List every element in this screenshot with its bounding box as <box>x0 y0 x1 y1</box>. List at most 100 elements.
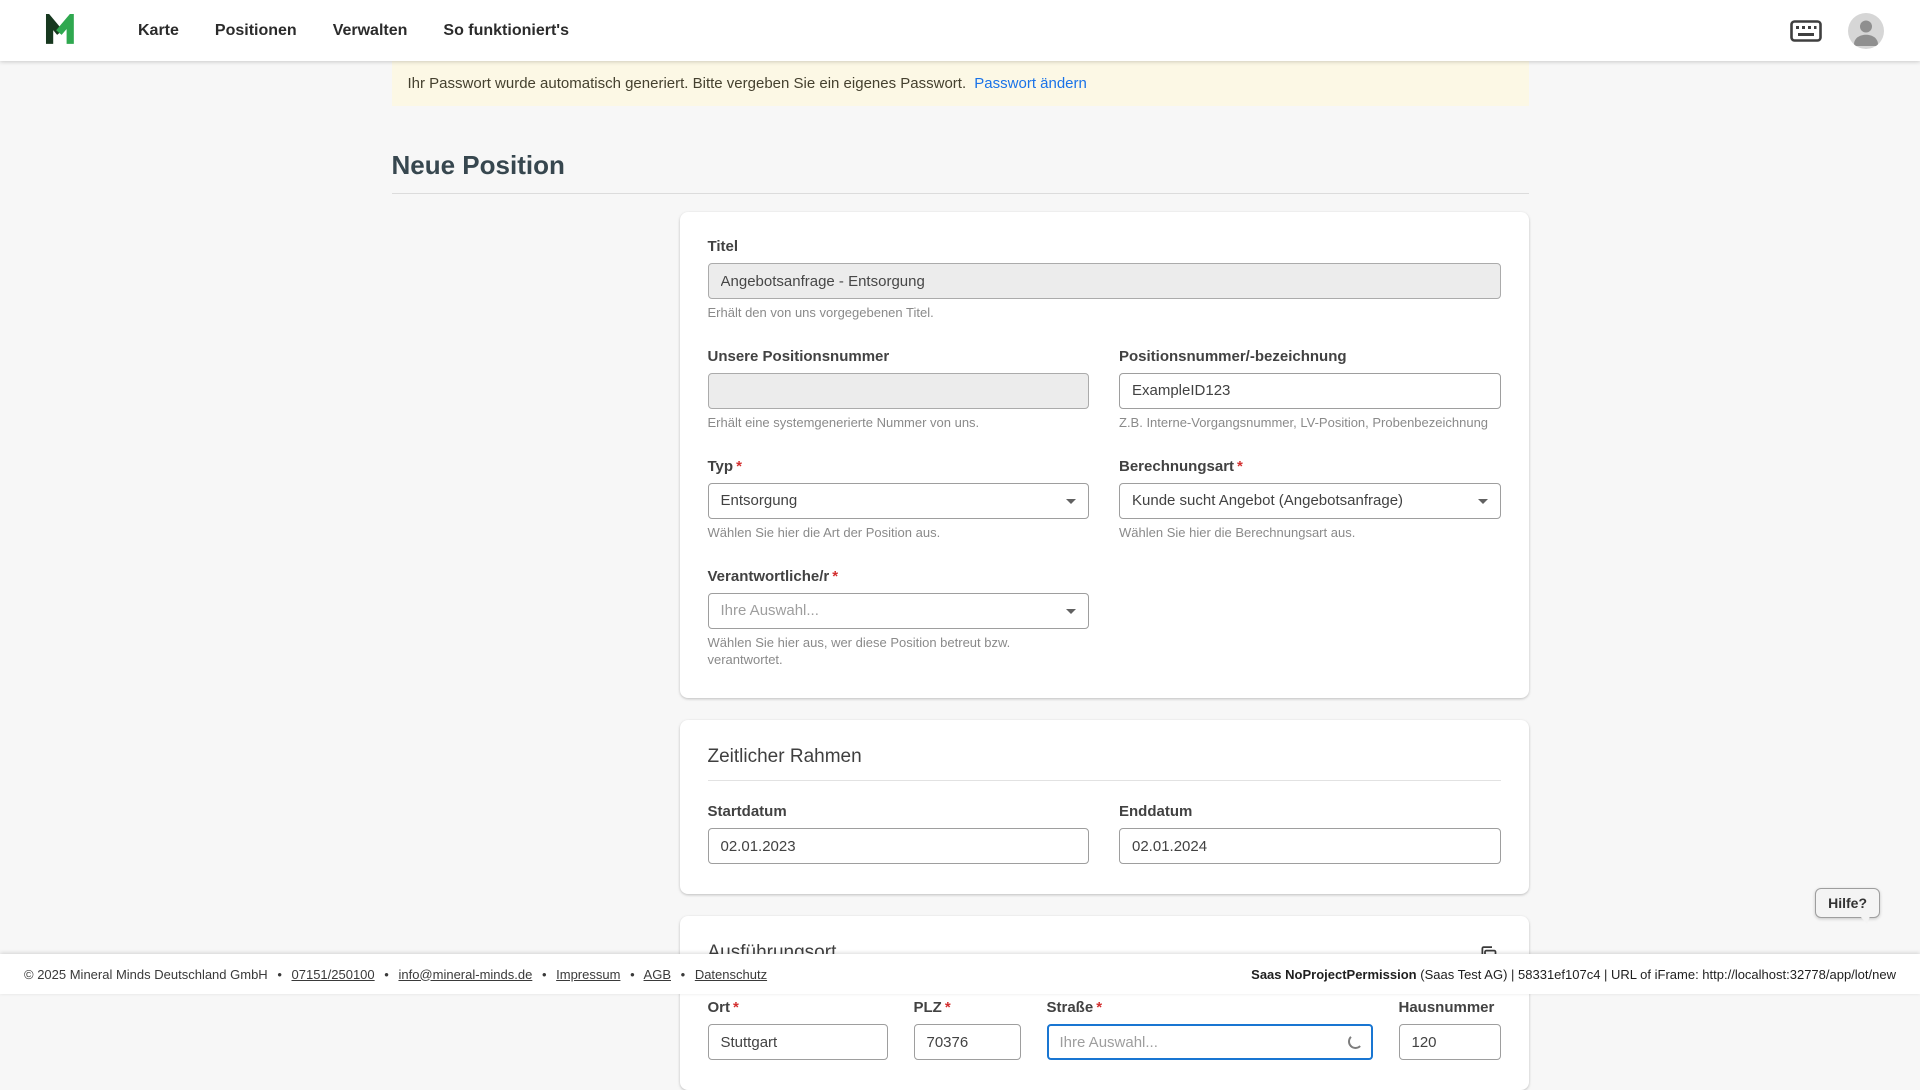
typ-label: Typ* <box>708 458 1090 475</box>
avatar[interactable] <box>1848 13 1884 49</box>
nav-item-so-funktionierts[interactable]: So funktioniert's <box>443 22 569 40</box>
nav-item-positionen[interactable]: Positionen <box>215 22 297 40</box>
footer-permission-label: Saas NoProjectPermission <box>1251 967 1416 982</box>
footer-link-email[interactable]: info@mineral-minds.de <box>398 967 532 982</box>
card-general: Titel Erhält den von uns vorgegebenen Ti… <box>680 212 1529 698</box>
plz-label-text: PLZ <box>914 999 942 1016</box>
startdatum-label: Startdatum <box>708 803 1090 820</box>
plz-label: PLZ* <box>914 999 1021 1016</box>
card-divider <box>708 780 1501 781</box>
footer-link-impressum[interactable]: Impressum <box>556 967 620 982</box>
unsere-positionsnummer-helper: Erhält eine systemgenerierte Nummer von … <box>708 415 1090 432</box>
footer-link-datenschutz[interactable]: Datenschutz <box>695 967 767 982</box>
verantwortliche-label-text: Verantwortliche/r <box>708 568 830 585</box>
verantwortliche-field: Verantwortliche/r* Ihre Auswahl... Wähle… <box>708 568 1090 669</box>
strasse-input[interactable] <box>1047 1024 1373 1060</box>
footer-environment-details: (Saas Test AG) | 58331ef107c4 | URL of i… <box>1417 967 1896 982</box>
keyboard-icon[interactable] <box>1790 20 1822 42</box>
positionsnummer-helper: Z.B. Interne-Vorgangsnummer, LV-Position… <box>1119 415 1501 432</box>
logo-m-icon <box>44 14 82 47</box>
navbar-right <box>1790 13 1884 49</box>
berechnungsart-select[interactable]: Kunde sucht Angebot (Angebotsanfrage) <box>1119 483 1501 519</box>
main-content: Ihr Passwort wurde automatisch generiert… <box>0 0 1920 1090</box>
strasse-field: Straße* <box>1047 999 1373 1060</box>
loading-spinner <box>1348 1034 1363 1049</box>
typ-select[interactable]: Entsorgung <box>708 483 1090 519</box>
berechnungsart-helper: Wählen Sie hier die Berechnungsart aus. <box>1119 525 1501 542</box>
titel-helper: Erhält den von uns vorgegebenen Titel. <box>708 305 1501 322</box>
footer-link-agb[interactable]: AGB <box>644 967 671 982</box>
brand-logo[interactable] <box>44 14 82 47</box>
notification-text: Ihr Passwort wurde automatisch generiert… <box>408 75 967 92</box>
positionsnummer-field: Positionsnummer/-bezeichnung Z.B. Intern… <box>1119 348 1501 432</box>
unsere-positionsnummer-input <box>708 373 1090 409</box>
password-notification: Ihr Passwort wurde automatisch generiert… <box>392 61 1529 106</box>
titel-label-text: Titel <box>708 238 739 255</box>
separator: • <box>277 967 282 982</box>
footer-link-phone[interactable]: 07151/250100 <box>292 967 375 982</box>
required-asterisk: * <box>832 568 838 585</box>
enddatum-label: Enddatum <box>1119 803 1501 820</box>
berechnungsart-field: Berechnungsart* Kunde sucht Angebot (Ang… <box>1119 458 1501 542</box>
strasse-label-text: Straße <box>1047 999 1094 1016</box>
hausnummer-field: Hausnummer <box>1399 999 1501 1060</box>
titel-label: Titel <box>708 238 1501 255</box>
footer: © 2025 Mineral Minds Deutschland GmbH • … <box>0 954 1920 994</box>
help-button[interactable]: Hilfe? <box>1815 888 1880 918</box>
ort-input[interactable] <box>708 1024 888 1060</box>
ort-label: Ort* <box>708 999 888 1016</box>
chevron-down-icon <box>1066 499 1076 504</box>
card-zeitlicher-rahmen: Zeitlicher Rahmen Startdatum Enddatum <box>680 720 1529 894</box>
user-icon <box>1848 13 1884 49</box>
plz-input[interactable] <box>914 1024 1021 1060</box>
chevron-down-icon <box>1066 609 1076 614</box>
required-asterisk: * <box>733 999 739 1016</box>
chevron-down-icon <box>1478 499 1488 504</box>
titel-field: Titel Erhält den von uns vorgegebenen Ti… <box>708 238 1501 322</box>
startdatum-field: Startdatum <box>708 803 1090 864</box>
password-change-link[interactable]: Passwort ändern <box>974 75 1087 92</box>
plz-field: PLZ* <box>914 999 1021 1060</box>
ort-field: Ort* <box>708 999 888 1060</box>
required-asterisk: * <box>945 999 951 1016</box>
title-divider <box>392 193 1529 194</box>
footer-environment-info: Saas NoProjectPermission (Saas Test AG) … <box>1251 967 1896 982</box>
nav-item-verwalten[interactable]: Verwalten <box>333 22 408 40</box>
unsere-positionsnummer-label-text: Unsere Positionsnummer <box>708 348 890 365</box>
verantwortliche-helper: Wählen Sie hier aus, wer diese Position … <box>708 635 1090 669</box>
startdatum-input[interactable] <box>708 828 1090 864</box>
typ-select-value: Entsorgung <box>721 492 798 509</box>
nav-item-karte[interactable]: Karte <box>138 22 179 40</box>
berechnungsart-select-value: Kunde sucht Angebot (Angebotsanfrage) <box>1132 492 1403 509</box>
separator: • <box>542 967 547 982</box>
startdatum-label-text: Startdatum <box>708 803 787 820</box>
enddatum-input[interactable] <box>1119 828 1501 864</box>
verantwortliche-label: Verantwortliche/r* <box>708 568 1090 585</box>
separator: • <box>384 967 389 982</box>
required-asterisk: * <box>1096 999 1102 1016</box>
required-asterisk: * <box>1237 458 1243 475</box>
separator: • <box>630 967 635 982</box>
footer-copyright: © 2025 Mineral Minds Deutschland GmbH <box>24 967 268 982</box>
titel-input <box>708 263 1501 299</box>
separator: • <box>681 967 686 982</box>
hausnummer-label: Hausnummer <box>1399 999 1501 1016</box>
typ-field: Typ* Entsorgung Wählen Sie hier die Art … <box>708 458 1090 542</box>
main-nav: Karte Positionen Verwalten So funktionie… <box>138 22 569 40</box>
berechnungsart-label: Berechnungsart* <box>1119 458 1501 475</box>
hausnummer-input[interactable] <box>1399 1024 1501 1060</box>
strasse-label: Straße* <box>1047 999 1373 1016</box>
positionsnummer-input[interactable] <box>1119 373 1501 409</box>
footer-left: © 2025 Mineral Minds Deutschland GmbH • … <box>24 967 767 982</box>
enddatum-field: Enddatum <box>1119 803 1501 864</box>
enddatum-label-text: Enddatum <box>1119 803 1192 820</box>
unsere-positionsnummer-label: Unsere Positionsnummer <box>708 348 1090 365</box>
navbar: Karte Positionen Verwalten So funktionie… <box>0 0 1920 61</box>
page-title: Neue Position <box>392 150 1529 181</box>
verantwortliche-select[interactable]: Ihre Auswahl... <box>708 593 1090 629</box>
card-ausfuehrungsort: Ausführungsort Ort* <box>680 916 1529 1090</box>
berechnungsart-label-text: Berechnungsart <box>1119 458 1234 475</box>
unsere-positionsnummer-field: Unsere Positionsnummer Erhält eine syste… <box>708 348 1090 432</box>
positionsnummer-label-text: Positionsnummer/-bezeichnung <box>1119 348 1347 365</box>
typ-helper: Wählen Sie hier die Art der Position aus… <box>708 525 1090 542</box>
